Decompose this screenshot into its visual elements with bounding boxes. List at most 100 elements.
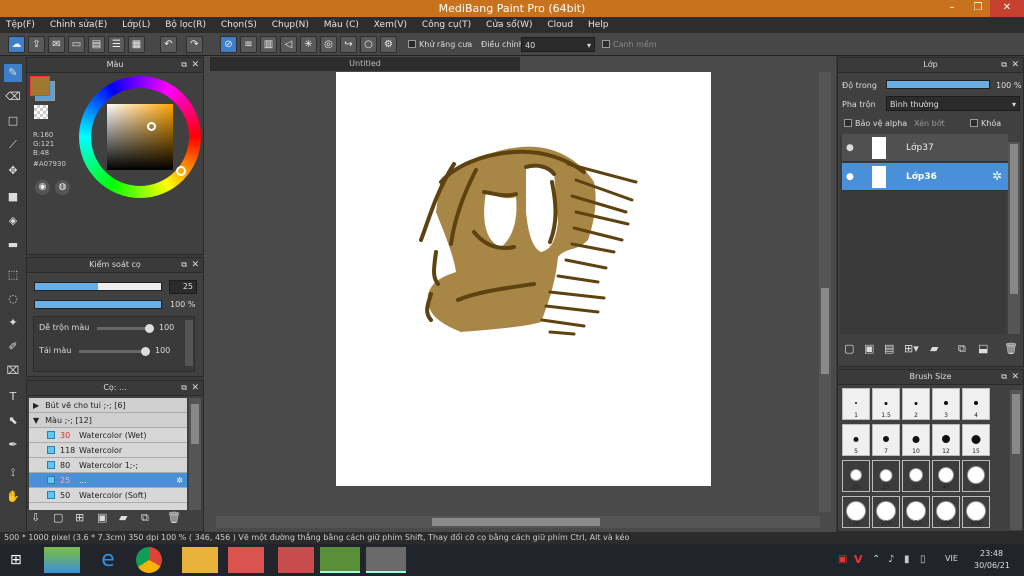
paint-slider-knob[interactable] (141, 347, 150, 356)
brush-size-cell[interactable]: 3 (932, 388, 960, 420)
menu-color[interactable]: Màu (C) (318, 17, 365, 33)
brush-size-cell[interactable]: 4 (962, 388, 990, 420)
brush-size-cell[interactable]: 2 (902, 388, 930, 420)
brush-size-bar[interactable] (34, 282, 162, 291)
brush-item-row[interactable]: 80 Watercolor 1;-; (29, 458, 187, 473)
popout-icon[interactable]: ⧉ (181, 258, 187, 272)
horizontal-scroll-thumb[interactable] (432, 518, 600, 526)
ie-browser-icon[interactable]: e (90, 547, 126, 573)
brush-size-cell[interactable]: 50 (962, 460, 990, 492)
brush-size-cell[interactable]: 20 (842, 460, 870, 492)
brush-tool-icon[interactable]: ✎ (4, 64, 22, 82)
gear-icon[interactable]: ✲ (992, 169, 1002, 183)
brush-group-row[interactable]: ▼ Màu ;-; [12] (29, 413, 187, 428)
palette-icon[interactable]: ◉ (35, 180, 50, 195)
media-app-icon[interactable] (228, 547, 264, 573)
new-layer-icon[interactable]: ▢ (844, 342, 854, 355)
snap-grid-icon[interactable]: ▥ (260, 36, 277, 53)
app-stack-icon[interactable] (44, 547, 80, 573)
add-layer-dropdown-icon[interactable]: ⊞▾ (904, 342, 919, 355)
document-icon[interactable]: ▤ (88, 36, 105, 53)
menu-help[interactable]: Help (582, 17, 615, 33)
snap-perspective-icon[interactable]: ◁ (280, 36, 297, 53)
game-app-icon[interactable] (278, 547, 314, 573)
brush-size-cell[interactable]: 150 (902, 496, 930, 528)
undo-icon[interactable]: ↶ (160, 36, 177, 53)
hand-tool-icon[interactable]: ✋ (4, 488, 22, 506)
brush-size-cell[interactable]: 10 (902, 424, 930, 456)
transparent-color-icon[interactable] (34, 105, 48, 119)
clock-time[interactable]: 23:48 (980, 549, 1003, 558)
shape-tool-icon[interactable]: □ (4, 112, 22, 130)
brush-list-scrollbar[interactable] (189, 398, 201, 510)
new-8bit-layer-icon[interactable]: ▤ (884, 342, 894, 355)
copy-icon[interactable]: ⧉ (141, 511, 149, 525)
operation-tool-icon[interactable]: ⬉ (4, 412, 22, 430)
blend-slider-knob[interactable] (145, 324, 154, 333)
tray-v-icon[interactable]: V (854, 553, 863, 566)
new-halftone-layer-icon[interactable]: ▣ (864, 342, 874, 355)
folder-icon[interactable]: ▰ (119, 511, 127, 524)
brush-size-cell[interactable]: 25 (872, 460, 900, 492)
file-explorer-icon[interactable] (182, 547, 218, 573)
line-tool-icon[interactable]: ⟋ (4, 136, 22, 154)
menu-edit[interactable]: Chỉnh sửa(E) (44, 17, 113, 33)
redo-icon[interactable]: ↷ (186, 36, 203, 53)
divide-tool-icon[interactable]: ✒ (4, 436, 22, 454)
horizontal-scrollbar[interactable] (216, 516, 820, 528)
sv-picker-handle[interactable] (147, 122, 156, 131)
move-tool-icon[interactable]: ✥ (4, 162, 22, 180)
brush-size-cell[interactable]: 40 (932, 460, 960, 492)
brush-size-cell[interactable]: 30 (902, 460, 930, 492)
new-brush-icon[interactable]: ▢ (53, 511, 63, 524)
network-icon[interactable]: ▮ (904, 554, 910, 565)
antialias-checkbox[interactable]: Khử răng cưa (408, 40, 472, 49)
brush-size-cell[interactable]: 15 (962, 424, 990, 456)
adjust-dropdown[interactable]: 40 ▾ (521, 37, 595, 52)
brush-size-value[interactable]: 25 (169, 280, 197, 294)
add-brush-icon[interactable]: ⊞ (75, 511, 84, 524)
battery-icon[interactable]: ▯ (920, 554, 926, 565)
gear-icon[interactable]: ✲ (176, 473, 183, 488)
brush-size-cell[interactable]: 70 (842, 496, 870, 528)
fill-rect-tool-icon[interactable]: ■ (4, 188, 22, 206)
merge-layer-icon[interactable]: ⬓ (978, 342, 988, 355)
brush-settings-icon[interactable]: ▣ (97, 511, 107, 524)
snap-parallel-icon[interactable]: ≡ (240, 36, 257, 53)
menu-cloud[interactable]: Cloud (541, 17, 579, 33)
brush-size-cell[interactable]: 200 (932, 496, 960, 528)
maximize-button[interactable]: ❐ (966, 0, 990, 17)
snap-ellipse-icon[interactable]: ○ (360, 36, 377, 53)
close-icon[interactable]: ✕ (1011, 58, 1019, 72)
chat-icon[interactable]: ▭ (68, 36, 85, 53)
tray-up-icon[interactable]: ⌃ (872, 554, 880, 565)
language-indicator[interactable]: VIE (945, 554, 958, 563)
share-icon[interactable]: ⇪ (28, 36, 45, 53)
eye-icon[interactable]: ● (846, 143, 854, 153)
select-eraser-icon[interactable]: ⌧ (4, 362, 22, 380)
comment-icon[interactable]: ✉ (48, 36, 65, 53)
medibang-taskbar-icon[interactable] (320, 547, 360, 573)
magic-wand-icon[interactable]: ✦ (4, 314, 22, 332)
brush-size-cell[interactable]: 1 (842, 388, 870, 420)
eye-icon[interactable]: ● (846, 172, 854, 182)
menu-window[interactable]: Cửa sổ(W) (480, 17, 538, 33)
popout-icon[interactable]: ⧉ (1001, 58, 1007, 72)
brush-size-cell[interactable]: 300 (962, 496, 990, 528)
lasso-icon[interactable]: ◌ (4, 290, 22, 308)
close-icon[interactable]: ✕ (1011, 370, 1019, 384)
paint-slider[interactable] (79, 347, 150, 356)
gear-icon[interactable]: ⚙ (380, 36, 397, 53)
clock-date[interactable]: 30/06/21 (974, 561, 1010, 570)
folder-icon[interactable]: ▰ (930, 342, 938, 355)
brush-item-row[interactable]: 30 Watercolor (Wet) (29, 428, 187, 443)
bucket-tool-icon[interactable]: ◈ (4, 212, 22, 230)
saturation-value-square[interactable] (107, 104, 173, 170)
layer-opacity-bar[interactable] (886, 80, 990, 89)
brush-size-cell[interactable]: 7 (872, 424, 900, 456)
brush-size-cell[interactable]: 12 (932, 424, 960, 456)
brush-size-cell[interactable]: 1.5 (872, 388, 900, 420)
tab-untitled[interactable]: Untitled (210, 57, 520, 71)
popout-icon[interactable]: ⧉ (1001, 370, 1007, 384)
tray-app-icon[interactable]: ▣ (838, 554, 847, 565)
